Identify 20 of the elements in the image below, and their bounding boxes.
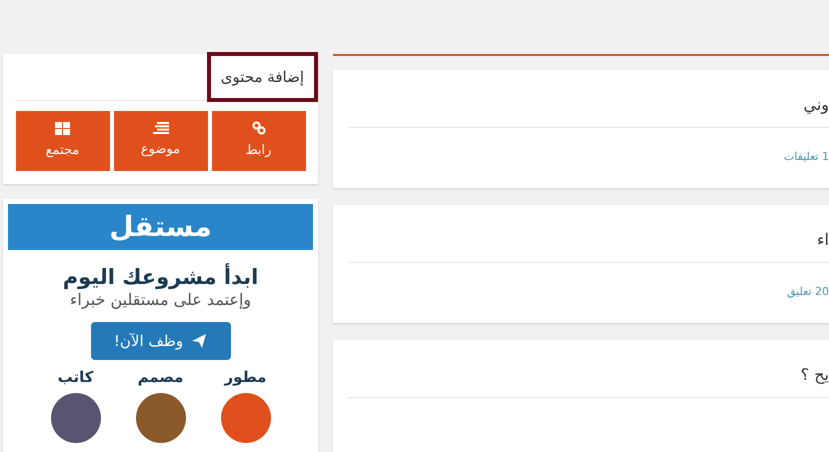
role-label: مطور [224, 368, 266, 387]
paper-plane-icon [191, 333, 208, 350]
post-title[interactable]: يح ؟ [800, 362, 829, 386]
chain-link-icon [252, 121, 266, 136]
role-label: مصمم [138, 368, 184, 387]
add-content-button[interactable]: موضوع [114, 111, 208, 171]
hire-button[interactable]: وظف الآن! [90, 322, 230, 360]
role-label: كاتب [58, 368, 94, 387]
add-content-button[interactable]: مجتمع [16, 111, 110, 171]
ad-headline: ابدأ مشروعك اليوم [62, 264, 258, 290]
post-title[interactable]: اء [817, 228, 829, 252]
lines-icon [152, 122, 168, 134]
comments-link[interactable]: 20 تعليق [787, 284, 829, 300]
comments-link[interactable]: 1 تعليقات [784, 148, 829, 166]
grid-icon [55, 122, 70, 135]
logo-text: مستقل [109, 213, 212, 241]
add-content-button[interactable]: رابط [212, 111, 306, 171]
section-title: إضافة محتوى [206, 52, 318, 102]
post-title[interactable]: وني [803, 92, 829, 116]
ad-subline: وإعتمد على مستقلين خبراء [70, 290, 252, 310]
